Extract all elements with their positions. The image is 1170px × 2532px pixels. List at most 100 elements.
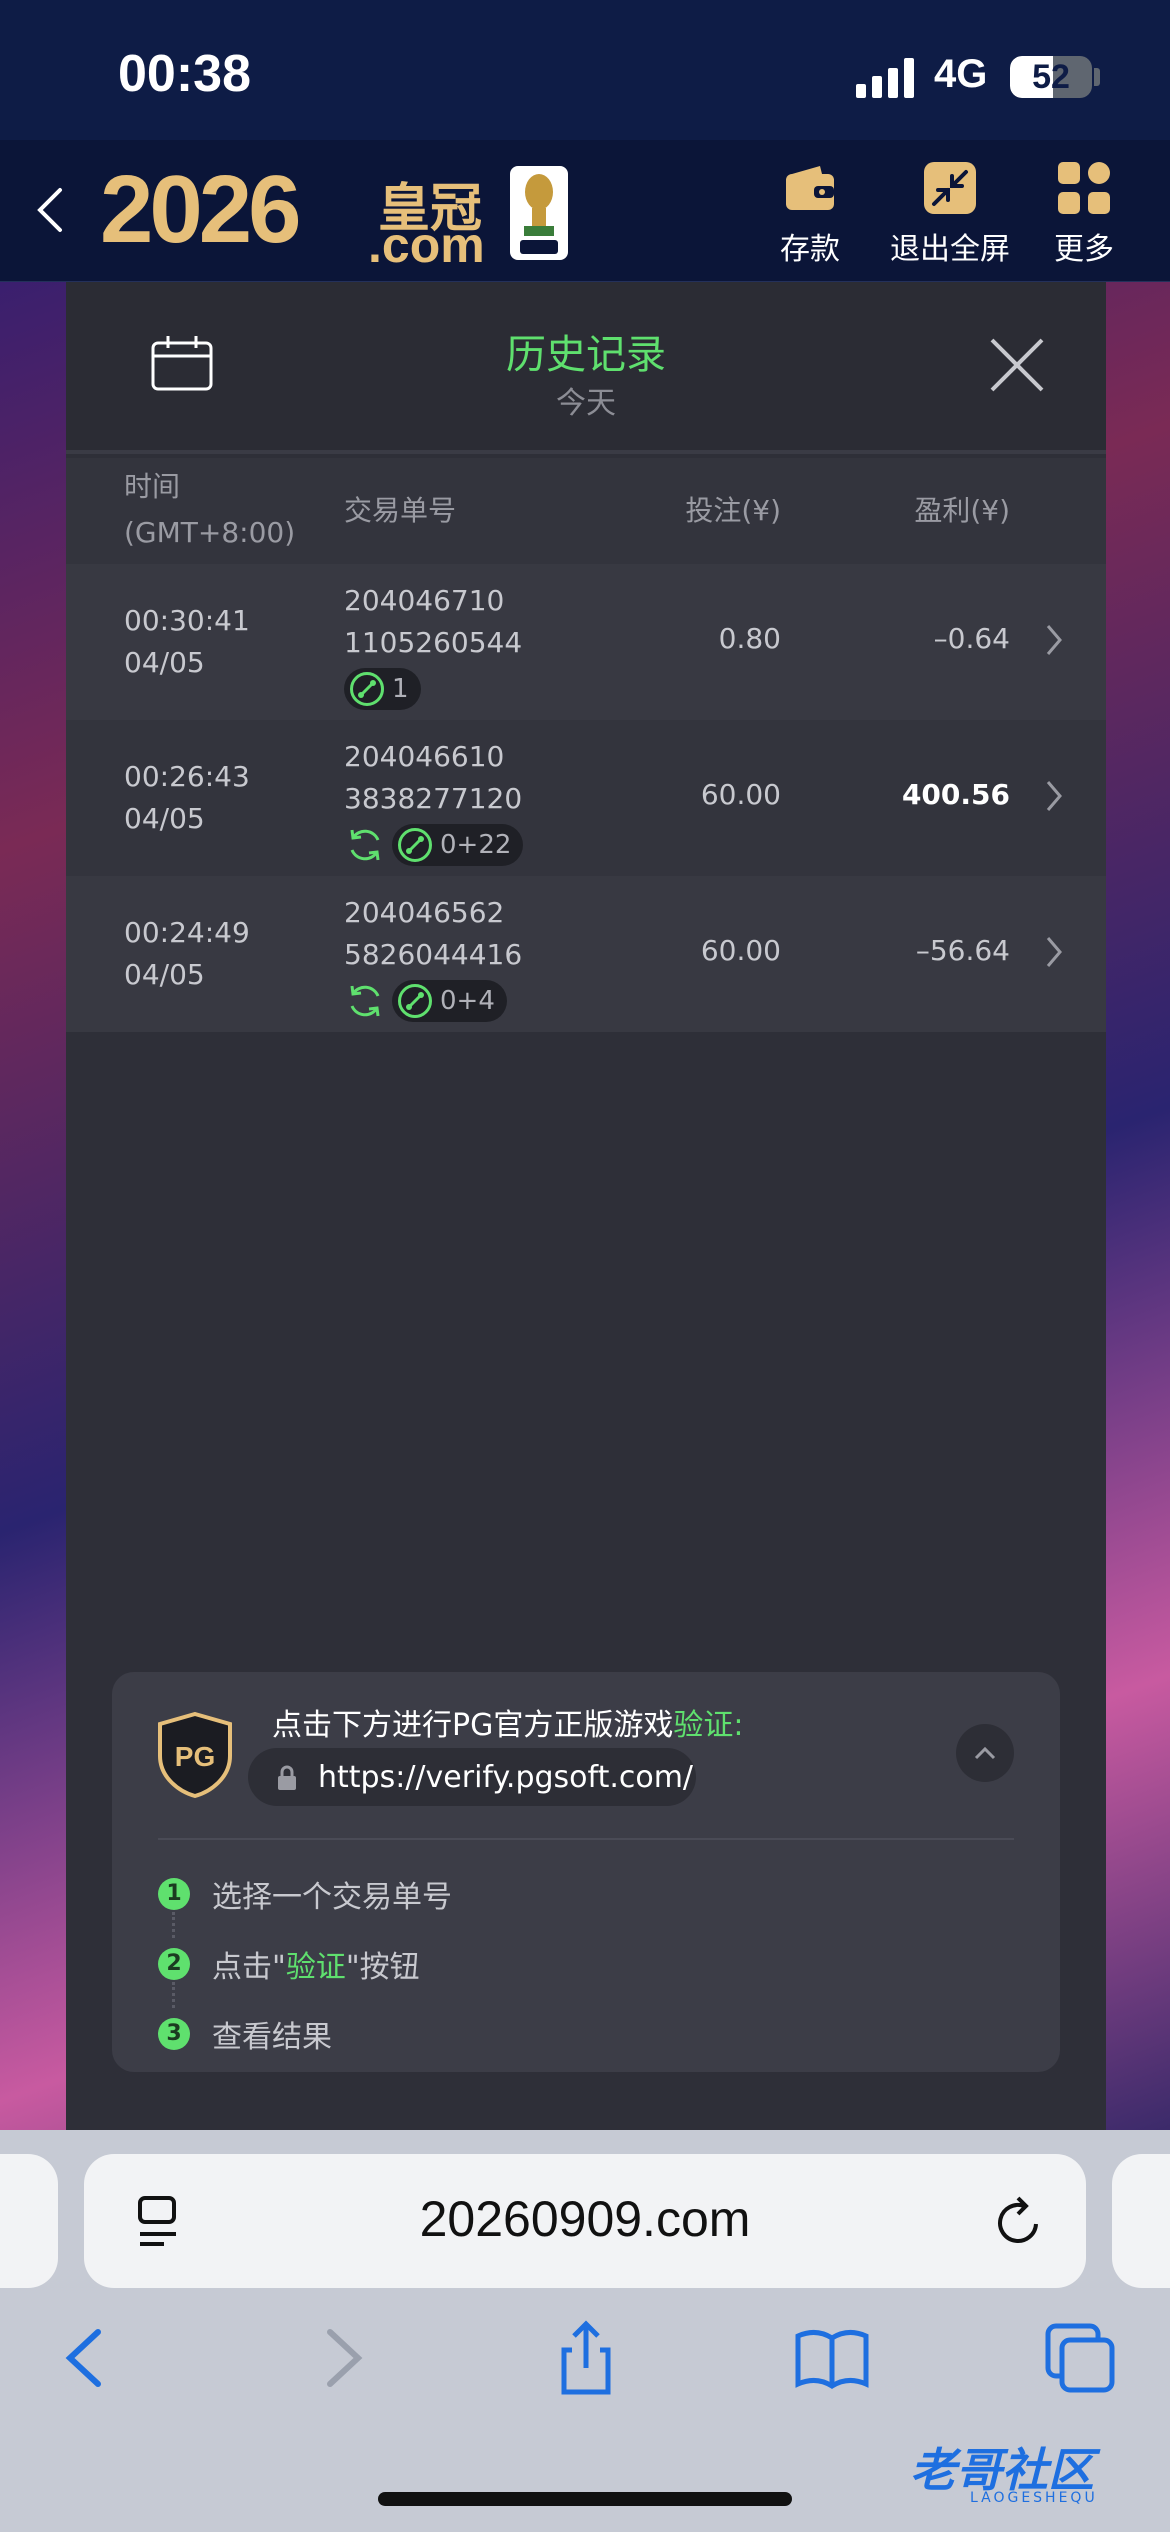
site-logo[interactable]: 2026 皇冠 .com [100,156,570,273]
exit-fullscreen-icon [922,160,978,216]
refresh-icon [350,985,380,1017]
row-time-value: 00:30:41 [124,604,250,637]
wallet-icon [782,160,838,216]
row-profit: –56.64 [915,934,1010,967]
verify-text-green: 验证 [673,1708,734,1743]
collapse-button[interactable] [956,1724,1014,1782]
pg-shield-icon: PG [158,1712,232,1798]
col-txn: 交易单号 [344,494,457,527]
history-column-header: 时间 (GMT+8:00) 交易单号 投注(¥) 盈利(¥) [66,458,1106,564]
txn-part-2: 5826044416 [344,938,523,971]
spin-icon [398,828,432,862]
deposit-button[interactable]: 存款 [770,160,850,268]
logo-year: 2026 [100,156,302,263]
status-time: 00:38 [118,45,251,103]
more-label: 更多 [1054,232,1114,267]
row-txn: 204046710 1105260544 [344,580,522,664]
trophy-icon [510,166,568,260]
close-icon[interactable] [988,336,1046,394]
home-indicator [378,2492,792,2506]
pg-badge-text: PG [175,1741,215,1772]
lock-icon [278,1765,296,1790]
verify-step-3: 3 查看结果 [158,2012,332,2056]
step-connector [172,1912,176,1938]
row-time-value: 00:24:49 [124,916,250,949]
grid-more-icon [1056,160,1112,216]
row-profit: –0.64 [933,622,1010,655]
step-connector [172,1982,176,2008]
logo-com: .com [368,217,485,273]
history-row[interactable]: 00:26:43 04/05 204046610 3838277120 0+22 60.0… [66,720,1106,876]
history-row[interactable]: 00:24:49 04/05 204046562 5826044416 0+4 60.00… [66,876,1106,1032]
browser-back-icon[interactable] [48,2318,128,2398]
row-time: 00:24:49 04/05 [124,912,250,996]
col-profit: 盈利(¥) [914,494,1010,527]
share-icon[interactable] [546,2318,626,2398]
row-time: 00:30:41 04/05 [124,600,250,684]
row-txn: 204046562 5826044416 [344,892,522,976]
network-type: 4G [934,52,988,96]
chevron-right-icon [1046,625,1062,655]
history-row[interactable]: 00:30:41 04/05 204046710 1105260544 1 0.80 –0.… [66,564,1106,720]
cellular-signal-icon [856,58,916,98]
col-timezone-label: (GMT+8:00) [124,516,296,549]
reload-icon[interactable] [990,2192,1046,2252]
free-spin-badge: 1 [344,668,421,710]
verify-instruction: 点击下方进行PG官方正版游戏验证: [272,1700,743,1744]
row-txn: 204046610 3838277120 [344,736,522,820]
badge-count: 0+4 [440,986,495,1016]
row-badges: 1 [344,668,421,710]
chevron-right-icon [1046,937,1062,967]
row-date-value: 04/05 [124,802,205,835]
col-time-label: 时间 [124,470,181,503]
row-date-value: 04/05 [124,646,205,679]
back-chevron-icon[interactable] [30,180,70,240]
prev-tab-peek[interactable] [0,2154,58,2288]
step-number: 1 [158,1878,190,1910]
refresh-icon [350,829,380,861]
exit-fullscreen-button[interactable]: 退出全屏 [880,160,1020,268]
txn-part-2: 3838277120 [344,782,523,815]
step-text: 查看结果 [212,2020,332,2055]
verify-step-1: 1 选择一个交易单号 [158,1872,452,1916]
watermark-sub: LAOGESHEQU [970,2490,1098,2506]
next-tab-peek[interactable] [1112,2154,1170,2288]
deposit-label: 存款 [780,232,840,267]
verify-text-post: : [733,1708,744,1743]
row-profit: 400.56 [901,778,1010,811]
row-date-value: 04/05 [124,958,205,991]
chevron-up-icon [974,1746,996,1760]
battery-nub [1094,68,1100,86]
txn-part-1: 204046562 [344,896,505,929]
browser-forward-icon[interactable] [300,2318,380,2398]
more-button[interactable]: 更多 [1046,160,1122,268]
badge-count: 1 [392,674,409,704]
history-title: 历史记录 [506,332,666,378]
txn-part-1: 204046710 [344,584,505,617]
exit-fullscreen-label: 退出全屏 [890,232,1010,267]
txn-part-1: 204046610 [344,740,505,773]
address-domain[interactable]: 20260909.com [84,2190,1086,2248]
verify-divider [158,1838,1014,1840]
history-date-filter[interactable]: 今天 [66,378,1106,422]
chevron-right-icon [1046,781,1062,811]
row-bet: 60.00 [700,934,781,967]
row-bet: 0.80 [718,622,781,655]
verify-text-pre: 点击下方进行PG官方正版游戏 [272,1708,674,1743]
col-bet: 投注(¥) [685,494,781,527]
row-badges: 0+22 [344,824,524,866]
col-time: 时间 (GMT+8:00) [124,464,295,556]
row-badges: 0+4 [344,980,507,1022]
step-number: 2 [158,1948,190,1980]
step-text: 选择一个交易单号 [212,1880,452,1915]
verify-step-2: 2 点击"验证"按钮 [158,1942,420,1986]
verify-url-text[interactable]: https://verify.pgsoft.com/ [318,1760,693,1795]
tabs-icon[interactable] [1040,2318,1120,2398]
row-time-value: 00:26:43 [124,760,250,793]
row-bet: 60.00 [700,778,781,811]
badge-count: 0+22 [440,830,512,860]
bookmarks-icon[interactable] [792,2318,872,2398]
free-spin-badge: 0+4 [392,980,507,1022]
txn-part-2: 1105260544 [344,626,523,659]
row-time: 00:26:43 04/05 [124,756,250,840]
